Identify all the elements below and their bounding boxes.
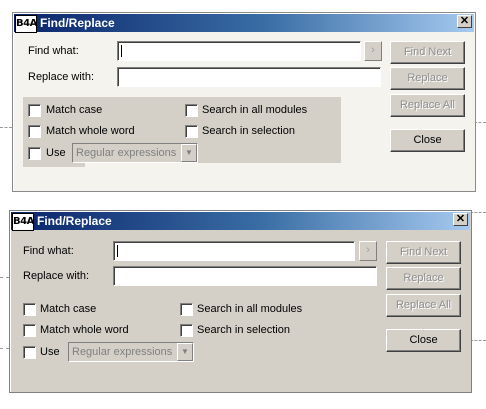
close-icon[interactable]: ✕ [457, 15, 472, 28]
match-whole-word-checkbox[interactable] [23, 324, 36, 337]
match-whole-word-label: Match whole word [40, 324, 129, 336]
close-icon[interactable]: ✕ [453, 213, 468, 226]
dialog-title: Find/Replace [40, 16, 115, 30]
use-regex-checkbox[interactable] [28, 147, 41, 160]
guide-line [470, 212, 486, 213]
replace-with-input[interactable] [113, 266, 377, 286]
chevron-down-icon[interactable]: ▼ [181, 144, 197, 162]
search-in-selection-checkbox[interactable] [180, 324, 193, 337]
search-in-selection-checkbox[interactable] [185, 125, 198, 138]
match-case-label: Match case [46, 104, 103, 116]
replace-with-label: Replace with: [23, 270, 90, 282]
search-in-selection-label: Search in selection [202, 125, 295, 137]
replace-button[interactable]: Replace [390, 67, 465, 90]
use-regex-checkbox[interactable] [23, 346, 36, 359]
replace-with-input[interactable] [117, 67, 381, 87]
find-replace-dialog: B4A Find/Replace ✕ Find what: › Replace … [12, 12, 476, 192]
find-history-button[interactable]: › [364, 41, 382, 61]
use-label: Use [40, 346, 60, 358]
guide-line [0, 277, 9, 278]
guide-line [470, 340, 486, 341]
replace-button[interactable]: Replace [386, 267, 461, 290]
regex-mode-value: Regular expressions [76, 147, 177, 159]
find-what-label: Find what: [23, 245, 74, 257]
regex-mode-select[interactable]: Regular expressions ▼ [72, 143, 198, 163]
match-case-checkbox[interactable] [28, 104, 41, 117]
search-all-modules-label: Search in all modules [197, 303, 303, 315]
replace-with-label: Replace with: [28, 71, 95, 83]
replace-all-button[interactable]: Replace All [386, 294, 461, 317]
match-case-checkbox[interactable] [23, 303, 36, 316]
text-caret [117, 245, 118, 257]
text-caret [121, 45, 122, 57]
find-history-button[interactable]: › [359, 241, 377, 261]
find-next-button[interactable]: Find Next [386, 241, 461, 264]
find-what-input[interactable] [113, 241, 355, 261]
close-button[interactable]: Close [386, 329, 461, 352]
close-button[interactable]: Close [390, 129, 465, 152]
guide-line [0, 127, 12, 128]
b4a-app-icon: B4A [15, 15, 37, 33]
search-in-selection-label: Search in selection [197, 324, 290, 336]
find-replace-dialog: B4A Find/Replace ✕ Find what: › Replace … [9, 210, 472, 393]
title-bar[interactable]: B4A Find/Replace ✕ [14, 14, 474, 33]
find-what-input[interactable] [117, 41, 361, 61]
find-what-label: Find what: [28, 45, 79, 57]
replace-all-button[interactable]: Replace All [390, 94, 465, 117]
match-case-label: Match case [40, 303, 97, 315]
search-all-modules-label: Search in all modules [202, 104, 308, 116]
title-bar[interactable]: B4A Find/Replace ✕ [11, 212, 470, 231]
b4a-app-icon: B4A [12, 213, 34, 231]
search-all-modules-checkbox[interactable] [185, 104, 198, 117]
guide-line [0, 348, 9, 349]
match-whole-word-label: Match whole word [46, 125, 135, 137]
match-whole-word-checkbox[interactable] [28, 125, 41, 138]
find-next-button[interactable]: Find Next [390, 41, 465, 64]
regex-mode-value: Regular expressions [72, 346, 173, 358]
search-all-modules-checkbox[interactable] [180, 303, 193, 316]
dialog-title: Find/Replace [37, 214, 112, 228]
regex-mode-select[interactable]: Regular expressions ▼ [68, 342, 194, 362]
chevron-down-icon[interactable]: ▼ [177, 343, 193, 361]
use-label: Use [46, 147, 66, 159]
